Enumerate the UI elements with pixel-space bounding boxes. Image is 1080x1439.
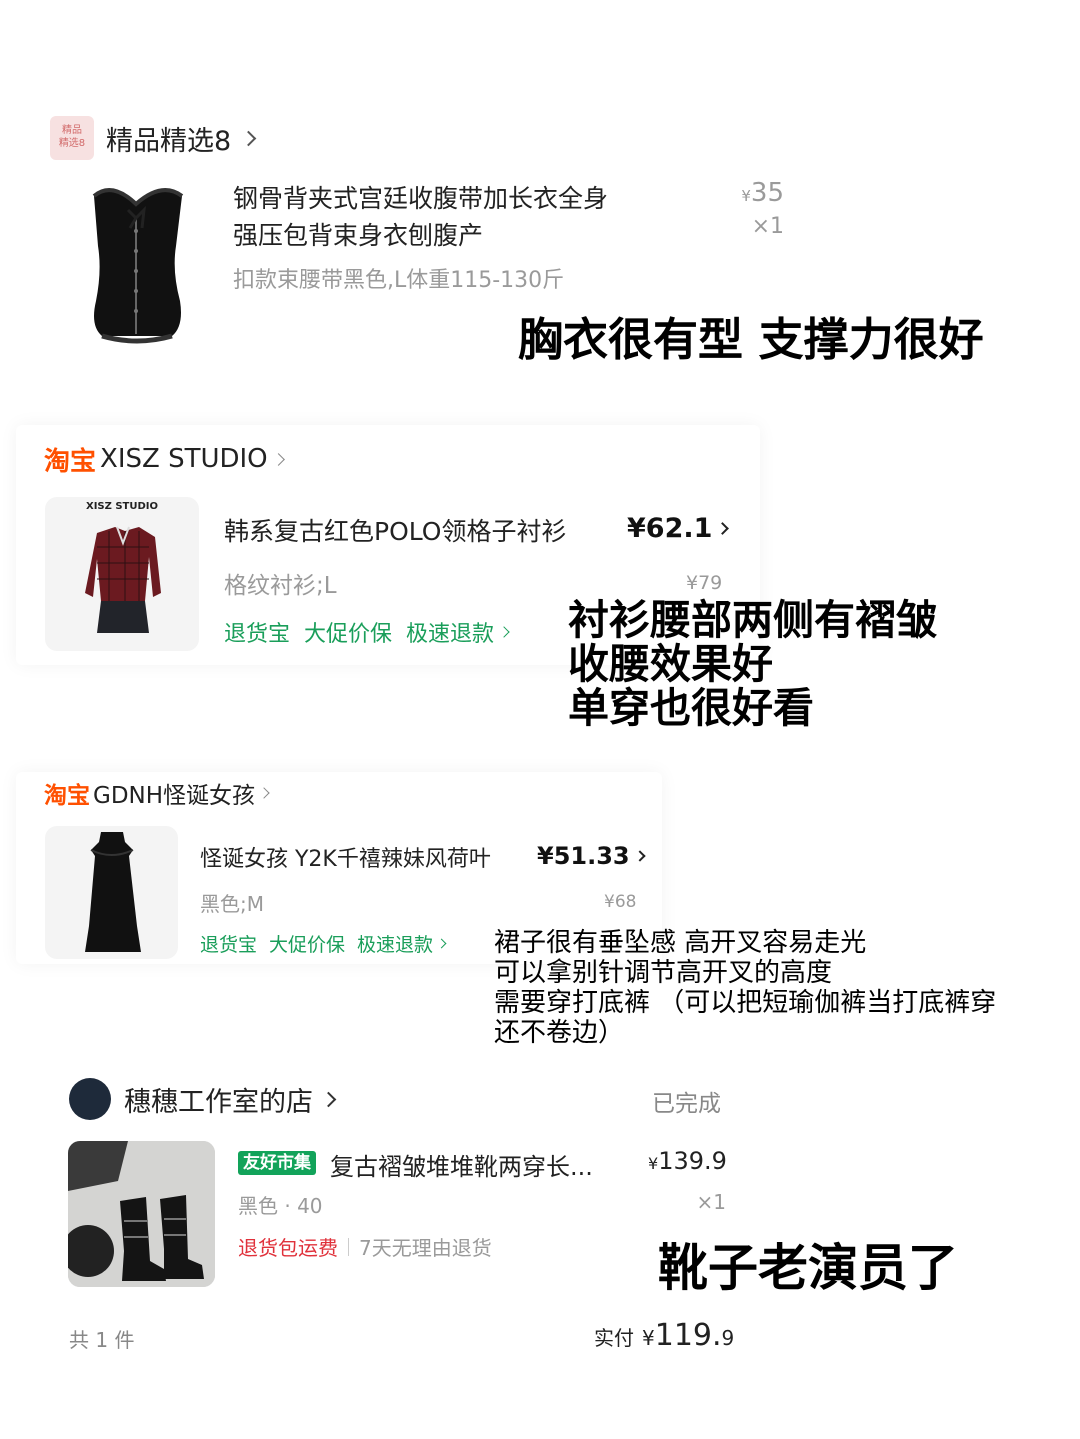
- shop-badge: 精品 精选8: [50, 116, 94, 160]
- product-price[interactable]: ¥51.33: [537, 842, 646, 870]
- shop-avatar[interactable]: [69, 1078, 111, 1120]
- tag-fast-refund: 极速退款: [357, 934, 434, 956]
- product-sku: 黑色;M: [200, 892, 264, 916]
- shop-header-4[interactable]: 穗穗工作室的店: [124, 1078, 337, 1120]
- product-image[interactable]: [68, 1141, 215, 1287]
- product-sku: 黑色 · 40: [238, 1194, 323, 1218]
- product-sku: 扣款束腰带黑色,L体重115-130斤: [233, 268, 565, 293]
- caption-line: 单穿也很好看: [568, 684, 814, 732]
- product-title[interactable]: 韩系复古红色POLO领格子衬衫: [224, 512, 566, 548]
- caption-line: 还不卷边）: [494, 1018, 625, 1048]
- currency-symbol: ¥: [741, 187, 751, 205]
- tag-price-protection: 大促价保: [304, 622, 393, 647]
- shop-header-3[interactable]: 淘宝 GDNH怪诞女孩: [44, 776, 270, 810]
- product-quantity: ×1: [751, 214, 784, 239]
- currency-symbol: ¥: [648, 1154, 659, 1173]
- price-value: 139.9: [658, 1147, 727, 1175]
- chevron-right-icon: [320, 1091, 337, 1107]
- taobao-logo: 淘宝: [44, 783, 90, 809]
- review-caption-3: 裙子很有垂坠感 高开叉容易走光 可以拿别针调节高开叉的高度 需要穿打底裤 （可以…: [494, 928, 996, 1048]
- shop-header-1[interactable]: 精品精选8: [106, 118, 257, 158]
- shop-header-2[interactable]: 淘宝 XISZ STUDIO: [44, 440, 285, 478]
- tag-price-protection: 大促价保: [269, 934, 346, 956]
- paid-decimal: 9: [721, 1326, 735, 1350]
- tag-divider: [348, 1237, 349, 1256]
- shop-name: XISZ STUDIO: [100, 444, 268, 474]
- product-image[interactable]: XISZ STUDIO: [45, 497, 199, 651]
- badge-line1: 精品: [62, 125, 82, 136]
- tag-return-insurance: 退货宝: [224, 622, 291, 647]
- product-quantity: ×1: [696, 1190, 726, 1214]
- chevron-right-icon: [271, 452, 285, 466]
- product-title: 钢骨背夹式宫廷收腹带加长衣全身 强压包背束身衣刨腹产: [233, 180, 673, 254]
- tag-fast-refund: 极速退款: [406, 622, 495, 647]
- product-title-line2: 强压包背束身衣刨腹产: [233, 221, 484, 250]
- product-price: ¥139.9: [648, 1147, 727, 1175]
- original-price: ¥79: [686, 572, 723, 594]
- chevron-right-icon: [633, 850, 646, 862]
- review-caption-4: 靴子老演员了: [658, 1239, 958, 1297]
- chevron-right-icon: [240, 130, 257, 146]
- caption-line: 收腰效果好: [568, 640, 773, 688]
- chevron-right-icon: [716, 522, 730, 535]
- order-status: 已完成: [652, 1091, 721, 1117]
- tag-seven-day-return: 7天无理由退货: [359, 1236, 492, 1260]
- service-tags[interactable]: 退货宝 大促价保 极速退款: [200, 930, 447, 957]
- shop-name: 穗穗工作室的店: [124, 1086, 313, 1118]
- caption-line: 可以拿别针调节高开叉的高度: [494, 958, 833, 988]
- caption-line: 衬衫腰部两侧有褶皱: [568, 596, 937, 644]
- friendly-market-badge: 友好市集: [238, 1151, 316, 1175]
- caption-line: 需要穿打底裤 （可以把短瑜伽裤当打底裤穿: [494, 988, 997, 1018]
- tag-return-shipping: 退货包运费: [238, 1236, 338, 1260]
- chevron-right-icon: [498, 626, 510, 638]
- item-count: 共 1 件: [69, 1328, 135, 1352]
- taobao-logo: 淘宝: [44, 446, 97, 477]
- review-caption-1: 胸衣很有型 支撑力很好: [518, 313, 984, 366]
- product-title[interactable]: 怪诞女孩 Y2K千禧辣妹风荷叶: [200, 841, 491, 873]
- product-price: ¥35: [712, 178, 784, 208]
- chevron-right-icon: [436, 938, 447, 949]
- badge-line2: 精选8: [58, 138, 86, 149]
- product-sku: 格纹衬衫;L: [224, 573, 337, 599]
- paid-currency: ¥: [642, 1326, 655, 1350]
- product-image[interactable]: [45, 826, 178, 959]
- review-caption-2: 衬衫腰部两侧有褶皱 收腰效果好 单穿也很好看: [568, 598, 937, 730]
- service-tags[interactable]: 退货宝 大促价保 极速退款: [224, 616, 510, 648]
- chevron-right-icon: [258, 787, 270, 799]
- paid-amount: 实付 ¥ 119. 9: [594, 1318, 734, 1353]
- product-title[interactable]: 复古褶皱堆堆靴两穿长...: [330, 1147, 593, 1182]
- price-value: ¥51.33: [537, 842, 630, 870]
- tag-return-insurance: 退货宝: [200, 934, 258, 956]
- product-title-line1: 钢骨背夹式宫廷收腹带加长衣全身: [233, 184, 609, 213]
- original-price: ¥68: [604, 892, 637, 912]
- price-value: ¥62.1: [627, 513, 713, 544]
- product-image: [72, 176, 202, 346]
- product-price[interactable]: ¥62.1: [627, 513, 730, 544]
- price-value: 35: [750, 178, 784, 208]
- paid-integer: 119.: [654, 1318, 722, 1353]
- shop-name: GDNH怪诞女孩: [93, 783, 256, 809]
- service-tags: 退货包运费 7天无理由退货: [238, 1232, 492, 1261]
- shop-name: 精品精选8: [106, 125, 232, 157]
- paid-label: 实付: [594, 1326, 634, 1350]
- caption-line: 裙子很有垂坠感 高开叉容易走光: [494, 928, 867, 958]
